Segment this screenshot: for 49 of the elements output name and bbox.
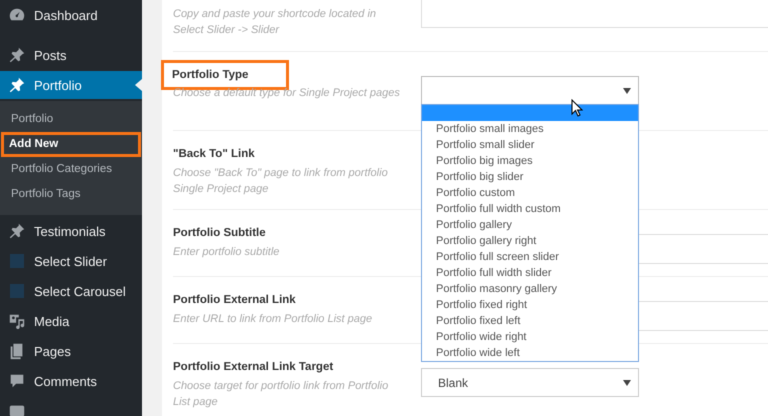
pushpin-icon [8,222,26,240]
menu-item[interactable]: Testimonials [0,217,142,245]
menu-item[interactable]: Dashboard [0,1,142,29]
dropdown-option[interactable]: Portfolio masonry gallery [422,281,638,297]
caret-icon [623,88,631,94]
pushpin-icon [8,76,26,94]
dropdown-option[interactable]: Portfolio gallery [422,217,638,233]
field-description: Enter URL to link from Portfolio List page [173,312,374,327]
field-label: Portfolio External Link [172,293,297,308]
caret-icon [623,380,631,386]
dropdown-option[interactable]: Portfolio custom [422,185,638,201]
field-description: Copy and paste your shortcode located in Select Slider -> Slider [173,7,378,38]
slider-logo-icon [10,254,24,268]
menu-item[interactable]: Select Carousel [0,277,142,305]
dropdown-option[interactable]: Portfolio gallery right [422,233,638,249]
dropdown-option[interactable]: Portfolio big slider [422,169,638,185]
submenu-item[interactable]: Portfolio Tags [2,182,140,207]
dropdown-option[interactable]: Portfolio wide left [422,345,638,361]
field-description: Choose "Back To" page to link from portfolio Single Project page [173,166,389,197]
dropdown-option[interactable]: Portfolio full width slider [422,265,638,281]
select-dropdown[interactable]: Blank [421,368,639,397]
menu-item[interactable]: Posts [0,41,142,69]
field-description: Choose a default type for Single Project pages [173,86,401,101]
dropdown-option[interactable]: Portfolio full width custom [422,201,638,217]
menu-item[interactable]: Comments [0,367,142,395]
comment-icon [8,372,26,390]
dropdown-option[interactable]: Portfolio small slider [422,137,638,153]
field-label: Portfolio External Link Target [172,360,334,375]
menu-item[interactable]: Portfolio [0,71,142,99]
field-label: Portfolio Subtitle [172,226,267,241]
menu-item[interactable]: Pages [0,337,142,365]
field-description: Enter portfolio subtitle [173,245,280,260]
slider-logo-icon [10,284,24,298]
dropdown-option[interactable]: Portfolio fixed right [422,297,638,313]
submenu-item[interactable]: Add New [1,132,141,157]
media-icon [8,312,26,330]
menu-item[interactable]: Media [0,307,142,335]
dropdown-option[interactable]: Portfolio small images [422,121,638,137]
dropdown-option[interactable]: Portfolio wide right [422,329,638,345]
dropdown-option[interactable]: Portfolio fixed left [422,313,638,329]
text-input[interactable] [421,0,768,28]
field-description: Choose target for portfolio link from Portfolio List page [173,379,390,410]
dropdown-option[interactable]: Portfolio big images [422,153,638,169]
field-label: "Back To" Link [172,147,256,162]
pushpin-icon [8,46,26,64]
submenu-item[interactable]: Portfolio Categories [2,157,140,182]
dropdown-option[interactable]: Portfolio full screen slider [422,249,638,265]
menu-item[interactable]: Select Slider [0,247,142,275]
submenu-item[interactable]: Portfolio [2,107,140,132]
